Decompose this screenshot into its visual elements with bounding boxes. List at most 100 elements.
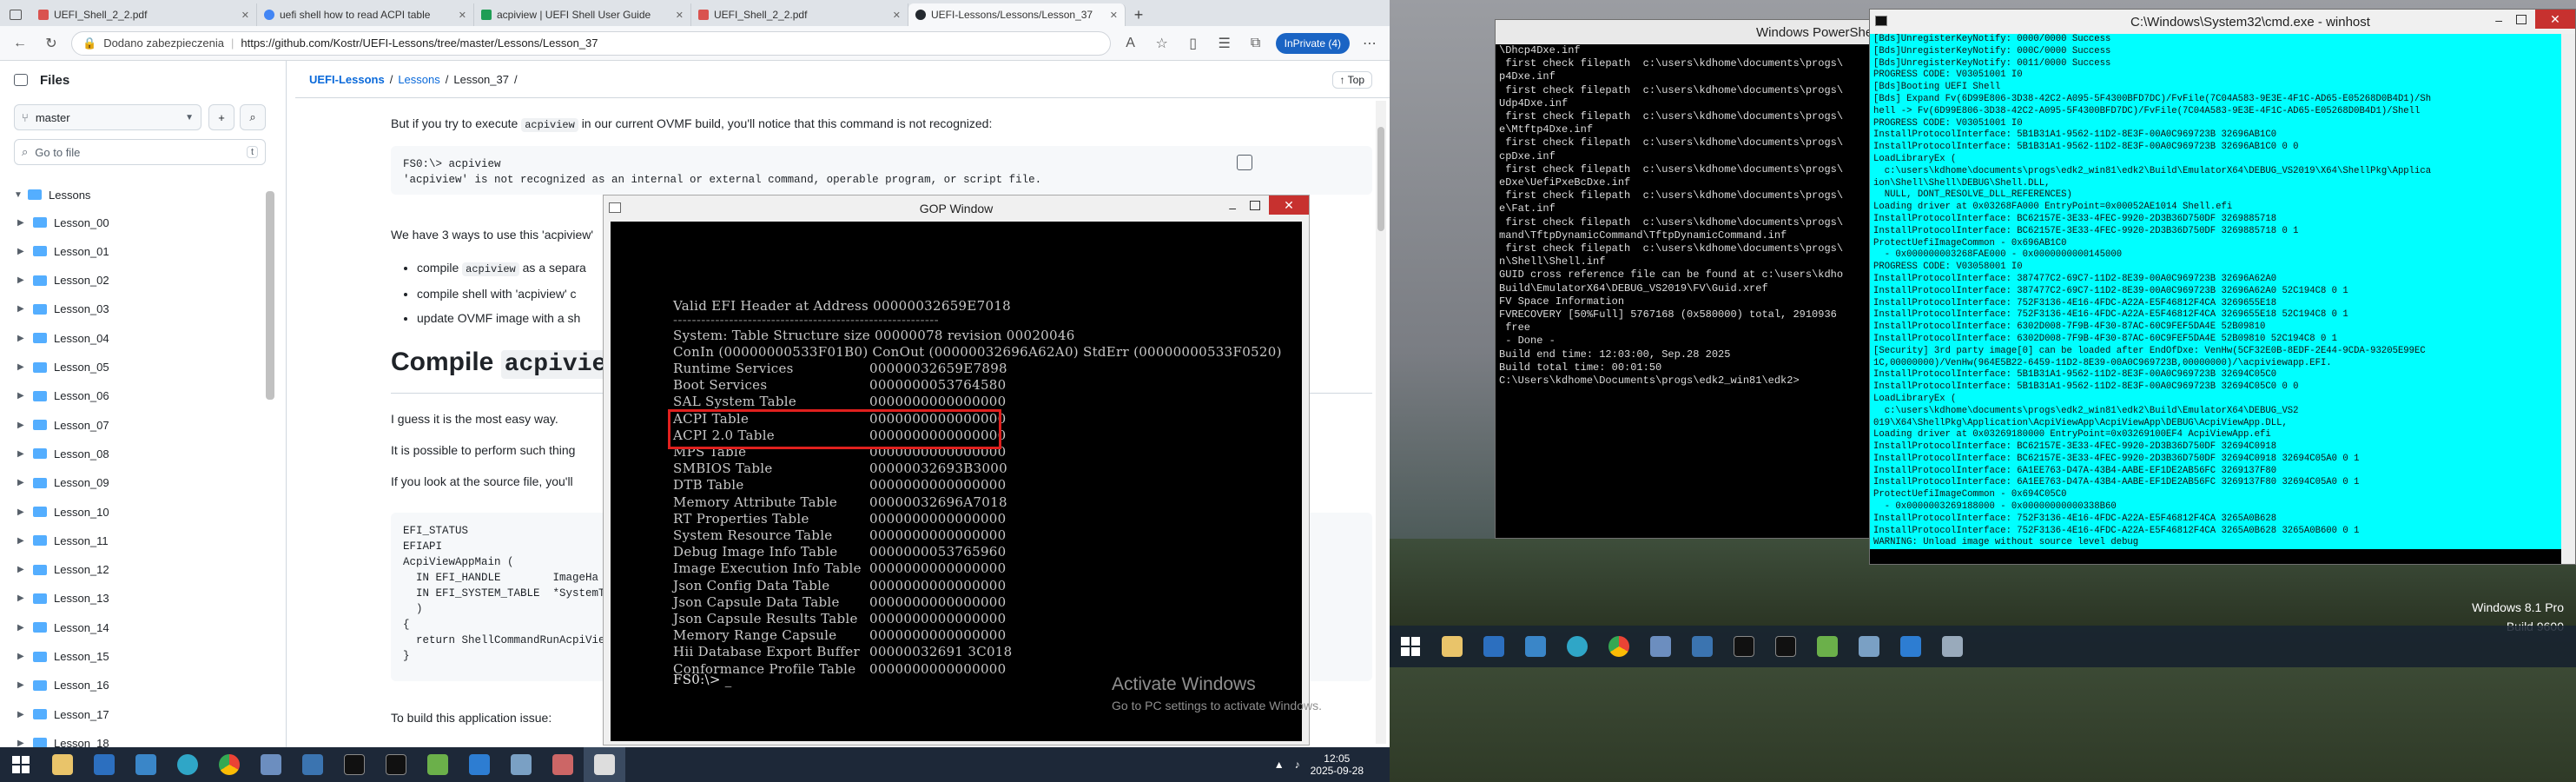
file-explorer-icon[interactable] bbox=[42, 747, 83, 782]
cmd-scrollbar[interactable] bbox=[2561, 34, 2575, 564]
tree-item[interactable]: ▶ Lesson_01 bbox=[14, 237, 283, 265]
tree-item[interactable]: ▶ Lesson_05 bbox=[14, 354, 283, 381]
close-icon[interactable]: ✕ bbox=[241, 10, 249, 21]
tab-acpiview-guide[interactable]: acpiview | UEFI Shell User Guide ✕ bbox=[474, 3, 691, 26]
tree-item[interactable]: ▶ Lesson_13 bbox=[14, 585, 283, 613]
powershell-window[interactable]: Windows PowerShell \Dhcp4Dxe.inf first c… bbox=[1495, 19, 1884, 539]
favorites-list-icon[interactable]: ☰ bbox=[1213, 32, 1236, 55]
terminal-icon[interactable] bbox=[334, 747, 375, 782]
tab-actions-icon[interactable] bbox=[0, 3, 31, 26]
edge-icon[interactable] bbox=[1556, 629, 1598, 664]
close-icon[interactable]: ✕ bbox=[1110, 10, 1118, 21]
tree-item[interactable]: ▶ Lesson_15 bbox=[14, 643, 283, 671]
go-to-file-input[interactable]: ⌕ Go to file t bbox=[14, 139, 266, 165]
maximize-icon[interactable] bbox=[1250, 201, 1260, 210]
collections-icon[interactable]: ⧉ bbox=[1245, 32, 1267, 55]
shell-prompt[interactable]: FS0:\> _ bbox=[673, 672, 732, 687]
python-icon[interactable] bbox=[292, 747, 334, 782]
tree-item[interactable]: ▶ Lesson_04 bbox=[14, 324, 283, 352]
read-aloud-icon[interactable]: A bbox=[1120, 32, 1142, 55]
highlight-box bbox=[668, 409, 1001, 449]
tree-item[interactable]: ▶ Lesson_17 bbox=[14, 700, 283, 728]
minimize-icon[interactable]: – bbox=[1229, 201, 1236, 215]
close-icon[interactable]: ✕ bbox=[459, 10, 466, 21]
back-icon[interactable]: ← bbox=[9, 32, 31, 55]
visual-studio-icon[interactable] bbox=[1890, 629, 1932, 664]
tab-pdf-1[interactable]: UEFI_Shell_2_2.pdf ✕ bbox=[31, 3, 257, 26]
fin-app-icon[interactable] bbox=[1473, 629, 1515, 664]
cmd-titlebar[interactable]: C:\Windows\System32\cmd.exe - winhost – … bbox=[1870, 10, 2575, 34]
breadcrumb-repo[interactable]: UEFI-Lessons bbox=[309, 73, 385, 86]
files-title: Files bbox=[40, 72, 70, 88]
split-screen-icon[interactable]: ▯ bbox=[1182, 32, 1205, 55]
search-button[interactable]: ⌕ bbox=[240, 104, 266, 130]
more-icon[interactable]: ⋯ bbox=[1358, 32, 1381, 55]
tool-icon[interactable] bbox=[500, 747, 542, 782]
sidebar-toggle-icon[interactable] bbox=[14, 74, 28, 86]
tree-item[interactable]: ▶ Lesson_16 bbox=[14, 672, 283, 699]
chrome-icon[interactable] bbox=[208, 747, 250, 782]
branch-selector[interactable]: ⑂ master ▼ bbox=[14, 104, 201, 130]
refresh-icon[interactable]: ↻ bbox=[40, 32, 63, 55]
tree-folder-lessons[interactable]: ▼ Lessons bbox=[14, 181, 283, 209]
python-icon[interactable] bbox=[1681, 629, 1723, 664]
network-tool-icon[interactable] bbox=[1640, 629, 1681, 664]
url-field[interactable]: 🔒 Dodano zabezpieczenia | https://github… bbox=[71, 30, 1111, 56]
tool-icon[interactable] bbox=[1848, 629, 1890, 664]
close-button[interactable]: ✕ bbox=[2535, 10, 2575, 29]
tree-item[interactable]: ▶ Lesson_08 bbox=[14, 440, 283, 467]
tree-item[interactable]: ▶ Lesson_10 bbox=[14, 498, 283, 526]
cmd-window[interactable]: C:\Windows\System32\cmd.exe - winhost – … bbox=[1869, 9, 2576, 565]
app-icon[interactable] bbox=[1932, 629, 1973, 664]
start-button[interactable] bbox=[0, 747, 42, 782]
tree-item[interactable]: ▶ Lesson_14 bbox=[14, 613, 283, 641]
clock[interactable]: 12:05 2025-09-28 bbox=[1311, 752, 1364, 777]
tab-search[interactable]: uefi shell how to read ACPI table ✕ bbox=[257, 3, 474, 26]
network-icon[interactable]: ▲ bbox=[1274, 759, 1285, 771]
new-tab-button[interactable]: + bbox=[1126, 3, 1152, 26]
breadcrumb-dir[interactable]: Lessons bbox=[398, 73, 439, 86]
search-app-icon[interactable] bbox=[1515, 629, 1556, 664]
edge-icon[interactable] bbox=[167, 747, 208, 782]
tab-pdf-2[interactable]: UEFI_Shell_2_2.pdf ✕ bbox=[691, 3, 908, 26]
tab-github-lesson[interactable]: UEFI-Lessons/Lessons/Lesson_37 ✕ bbox=[908, 3, 1126, 26]
tree-item[interactable]: ▶ Lesson_12 bbox=[14, 556, 283, 584]
notepad-plus-icon[interactable] bbox=[417, 747, 459, 782]
search-app-icon[interactable] bbox=[125, 747, 167, 782]
tree-item[interactable]: ▶ Lesson_06 bbox=[14, 382, 283, 410]
file-explorer-icon[interactable] bbox=[1431, 629, 1473, 664]
gop-titlebar[interactable]: GOP Window – ✕ bbox=[604, 196, 1309, 222]
tree-item[interactable]: ▶ Lesson_11 bbox=[14, 527, 283, 554]
notepad-plus-icon[interactable] bbox=[1807, 629, 1848, 664]
favorite-icon[interactable]: ☆ bbox=[1151, 32, 1173, 55]
chrome-icon[interactable] bbox=[1598, 629, 1640, 664]
copy-icon[interactable] bbox=[1237, 155, 1252, 170]
page-scrollbar[interactable] bbox=[1376, 101, 1386, 744]
app-icon[interactable] bbox=[542, 747, 584, 782]
tree-item[interactable]: ▶ Lesson_02 bbox=[14, 267, 283, 295]
maximize-icon[interactable] bbox=[2516, 15, 2526, 24]
start-button[interactable] bbox=[1390, 629, 1431, 664]
visual-studio-icon[interactable] bbox=[459, 747, 500, 782]
terminal-icon[interactable] bbox=[1723, 629, 1765, 664]
terminal-icon[interactable] bbox=[1765, 629, 1807, 664]
close-button[interactable]: ✕ bbox=[1269, 196, 1309, 215]
top-button[interactable]: ↑ Top bbox=[1331, 71, 1372, 89]
inprivate-badge[interactable]: InPrivate (4) bbox=[1275, 32, 1350, 54]
terminal-icon[interactable] bbox=[375, 747, 417, 782]
close-icon[interactable]: ✕ bbox=[676, 10, 684, 21]
tree-item[interactable]: ▶ Lesson_00 bbox=[14, 209, 283, 236]
volume-icon[interactable]: ♪ bbox=[1295, 759, 1300, 771]
tree-item[interactable]: ▶ Lesson_09 bbox=[14, 469, 283, 497]
tree-scrollbar[interactable] bbox=[266, 191, 274, 400]
powershell-titlebar[interactable]: Windows PowerShell bbox=[1496, 20, 1883, 44]
gop-window[interactable]: GOP Window – ✕ Valid EFI Header at Addre… bbox=[603, 195, 1310, 746]
add-file-button[interactable]: + bbox=[208, 104, 234, 130]
tree-item[interactable]: ▶ Lesson_03 bbox=[14, 295, 283, 323]
network-tool-icon[interactable] bbox=[250, 747, 292, 782]
minimize-icon[interactable]: – bbox=[2495, 13, 2502, 27]
tree-item[interactable]: ▶ Lesson_07 bbox=[14, 411, 283, 439]
close-icon[interactable]: ✕ bbox=[893, 10, 901, 21]
gop-task-icon[interactable] bbox=[584, 747, 625, 782]
fin-app-icon[interactable] bbox=[83, 747, 125, 782]
